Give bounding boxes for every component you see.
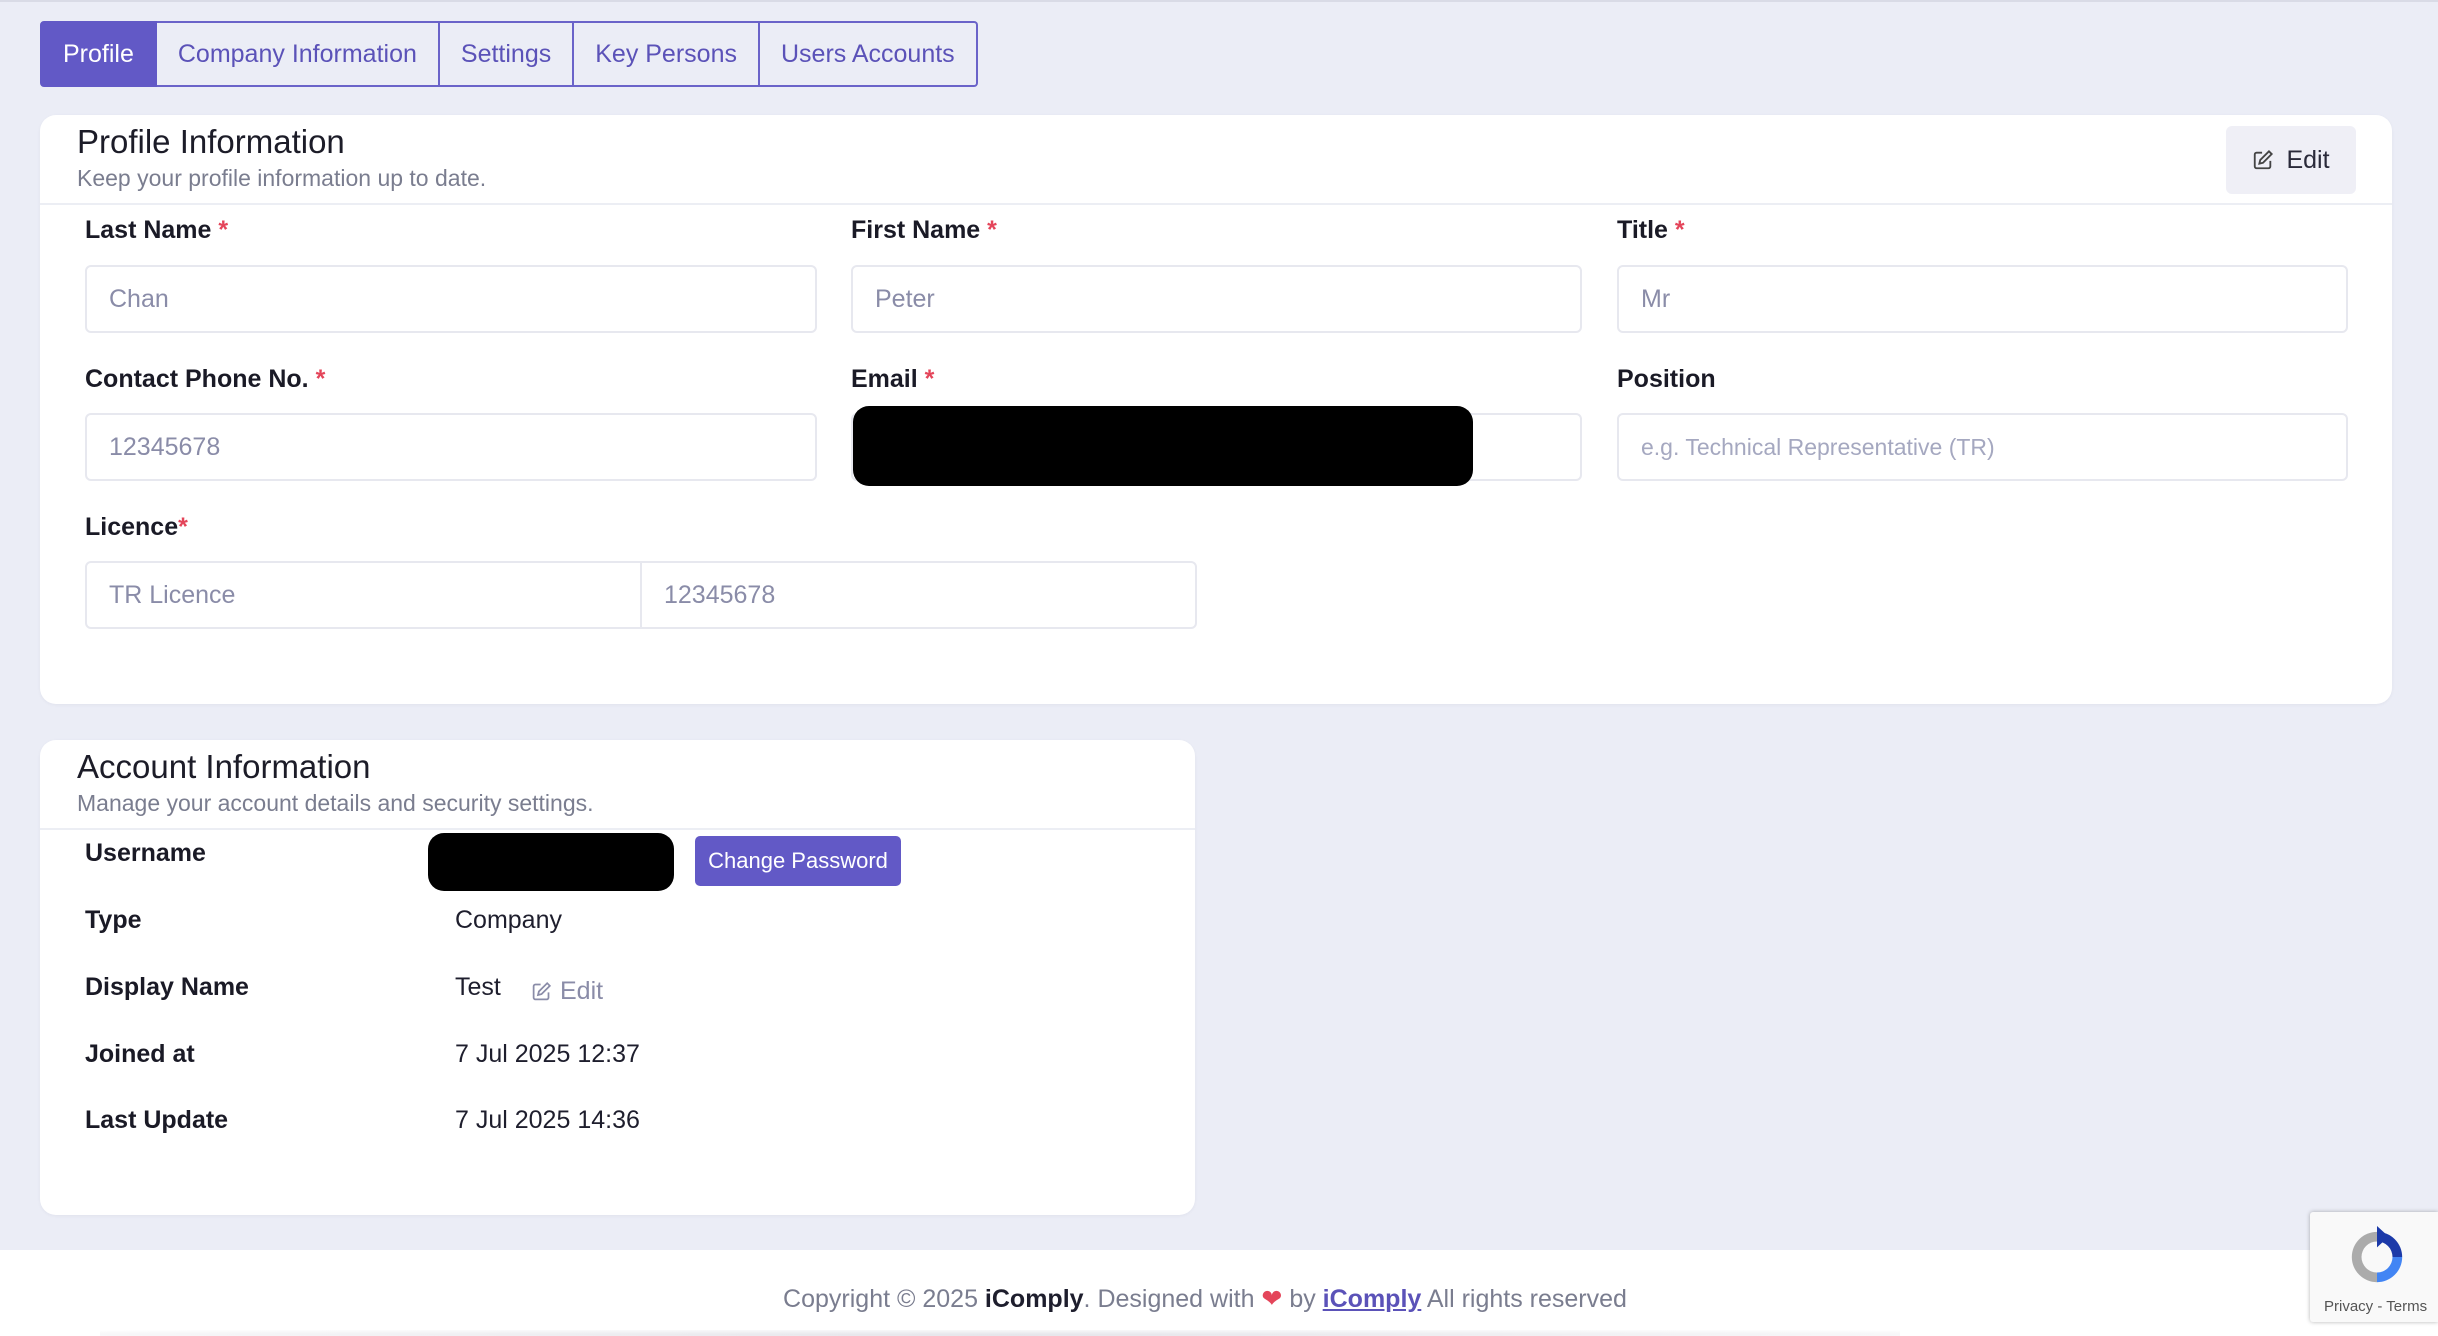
profile-card-subtitle: Keep your profile information up to date…	[77, 165, 487, 191]
display-name-value: Test	[455, 973, 501, 1001]
profile-tabs: Profile Company Information Settings Key…	[40, 21, 978, 87]
display-name-edit-label: Edit	[560, 977, 604, 1005]
position-label: Position	[1617, 365, 1716, 394]
licence-number-value: 12345678	[664, 580, 776, 609]
position-field[interactable]: e.g. Technical Representative (TR)	[1617, 413, 2348, 481]
first-name-label: First Name *	[851, 216, 997, 245]
first-name-label-text: First Name	[851, 216, 981, 244]
footer: Copyright © 2025 iComply. Designed with …	[0, 1250, 2438, 1336]
account-card-subtitle: Manage your account details and security…	[77, 790, 594, 816]
account-information-card: Account Information Manage your account …	[40, 740, 1195, 1215]
edit-icon	[2254, 149, 2274, 170]
position-label-text: Position	[1617, 365, 1716, 393]
type-label: Type	[85, 906, 142, 934]
first-name-value: Peter	[875, 284, 935, 313]
top-border	[0, 0, 2438, 2]
required-mark: *	[924, 365, 935, 393]
profile-card-title: Profile Information	[77, 123, 345, 160]
email-label-text: Email	[851, 365, 918, 393]
footer-brand: iComply	[984, 1285, 1084, 1313]
footer-copyright: Copyright © 2025 iComply. Designed with …	[0, 1284, 2410, 1314]
tab-profile[interactable]: Profile	[40, 21, 157, 87]
recaptcha-links[interactable]: Privacy - Terms	[2324, 1298, 2427, 1315]
licence-type-field[interactable]: TR Licence	[85, 561, 642, 629]
joined-at-value: 7 Jul 2025 12:37	[455, 1040, 640, 1068]
licence-label: Licence*	[85, 513, 188, 542]
profile-card-header: Profile Information Keep your profile in…	[40, 115, 2392, 205]
position-placeholder: e.g. Technical Representative (TR)	[1641, 433, 1995, 460]
joined-at-label: Joined at	[85, 1040, 195, 1068]
licence-label-text: Licence	[85, 513, 179, 541]
account-card-title: Account Information	[77, 748, 371, 785]
heart-icon: ❤	[1261, 1285, 1283, 1313]
phone-value: 12345678	[109, 432, 221, 461]
required-mark: *	[987, 216, 997, 244]
last-name-field[interactable]: Chan	[85, 265, 817, 333]
redacted-email	[853, 406, 1473, 486]
last-name-label: Last Name *	[85, 216, 228, 245]
profile-edit-button[interactable]: Edit	[2226, 126, 2356, 194]
footer-by: by	[1282, 1285, 1323, 1313]
required-mark: *	[178, 513, 188, 541]
tab-key-persons[interactable]: Key Persons	[574, 21, 760, 87]
footer-shadow	[100, 1330, 1900, 1336]
display-name-edit-button[interactable]: Edit	[531, 977, 603, 1006]
tab-settings[interactable]: Settings	[439, 21, 575, 87]
title-label: Title *	[1617, 216, 1685, 245]
required-mark: *	[218, 216, 229, 244]
first-name-field[interactable]: Peter	[851, 265, 1582, 333]
title-field[interactable]: Mr	[1617, 265, 2348, 333]
last-name-label-text: Last Name	[85, 216, 212, 244]
username-label: Username	[85, 839, 206, 867]
title-value: Mr	[1641, 284, 1671, 313]
type-value: Company	[455, 906, 562, 934]
recaptcha-icon	[2351, 1226, 2403, 1283]
profile-information-card: Profile Information Keep your profile in…	[40, 115, 2392, 704]
phone-field[interactable]: 12345678	[85, 413, 817, 481]
recaptcha-badge[interactable]: Privacy - Terms	[2310, 1212, 2438, 1322]
change-password-button[interactable]: Change Password	[695, 836, 901, 886]
licence-type-value: TR Licence	[109, 580, 236, 609]
title-label-text: Title	[1617, 216, 1668, 244]
required-mark: *	[315, 365, 326, 393]
last-update-value: 7 Jul 2025 14:36	[455, 1106, 640, 1134]
account-card-header: Account Information Manage your account …	[40, 740, 1195, 830]
last-update-label: Last Update	[85, 1106, 229, 1134]
footer-designed: . Designed with	[1083, 1285, 1262, 1313]
footer-prefix: Copyright © 2025	[783, 1285, 985, 1313]
edit-icon	[532, 981, 552, 1001]
profile-edit-label: Edit	[2286, 145, 2330, 174]
phone-label: Contact Phone No. *	[85, 365, 325, 394]
display-name-label: Display Name	[85, 973, 249, 1001]
footer-suffix: All rights reserved	[1421, 1285, 1627, 1313]
footer-icomply-link[interactable]: iComply	[1323, 1285, 1422, 1313]
email-label: Email *	[851, 365, 934, 394]
required-mark: *	[1674, 216, 1685, 244]
last-name-value: Chan	[109, 284, 169, 313]
phone-label-text: Contact Phone No.	[85, 365, 309, 393]
redacted-username	[428, 833, 674, 891]
tab-users-accounts[interactable]: Users Accounts	[759, 21, 978, 87]
tab-company-information[interactable]: Company Information	[156, 21, 440, 87]
licence-number-field[interactable]: 12345678	[640, 561, 1197, 629]
